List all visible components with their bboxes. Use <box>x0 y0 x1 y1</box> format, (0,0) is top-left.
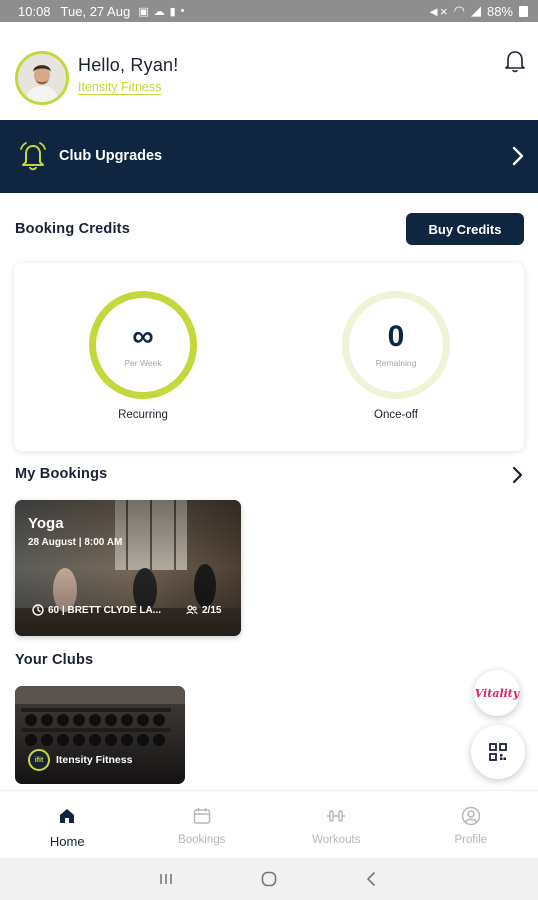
booking-attendance: 2/15 <box>186 604 221 616</box>
vitality-logo: Vitality <box>474 686 520 700</box>
club-upgrades-banner[interactable]: Club Upgrades <box>0 120 538 193</box>
calendar-icon <box>193 808 210 824</box>
vitality-button[interactable]: Vitality <box>474 670 520 716</box>
wifi-icon: ◠ <box>453 3 465 18</box>
once-off-credits-sublabel: Remaining <box>375 358 417 368</box>
nav-bookings[interactable]: Bookings <box>135 791 270 858</box>
battery-icon <box>519 5 528 17</box>
nav-bookings-label: Bookings <box>178 834 226 846</box>
header: Hello, Ryan! Itensity Fitness <box>0 22 538 120</box>
booking-duration-instructor: 60 | BRETT CLYDE LA... <box>48 604 162 616</box>
chevron-right-icon <box>512 146 524 166</box>
notification-bell-icon[interactable] <box>502 49 528 75</box>
booking-card[interactable]: Yoga 28 August | 8:00 AM 60 | BRETT CLYD… <box>15 500 241 636</box>
mute-icon: ◄× <box>427 3 448 19</box>
greeting: Hello, Ryan! <box>78 55 179 75</box>
status-time: 10:08 <box>18 3 51 19</box>
avatar[interactable] <box>15 51 69 105</box>
nav-workouts[interactable]: Workouts <box>269 791 404 858</box>
recent-apps-icon[interactable] <box>157 870 175 888</box>
once-off-credits-ring: 0 Remaining <box>342 291 450 399</box>
booking-date: 28 August | 8:00 AM <box>28 537 123 548</box>
person-icon: ▮ <box>169 5 176 18</box>
recurring-credits-value: ∞ <box>132 320 154 353</box>
once-off-caption: Once-off <box>374 409 418 421</box>
credits-card: ∞ Per Week Recurring 0 Remaining Once-of… <box>14 263 524 451</box>
home-circle-icon[interactable] <box>260 870 278 888</box>
people-icon <box>186 605 198 615</box>
nav-home-label: Home <box>49 834 85 849</box>
battery-percent: 88% <box>486 3 513 19</box>
dot-icon: • <box>180 5 185 17</box>
club-logo: ifit <box>28 749 50 771</box>
club-card[interactable]: ifit Itensity Fitness <box>15 686 185 784</box>
dumbbell-icon <box>327 810 346 822</box>
status-notification-icons: ▣ ☁ ▮ • <box>138 5 184 18</box>
status-system-icons: ◄× ◠ ◢ 88% <box>427 3 528 19</box>
nav-profile-label: Profile <box>454 834 488 846</box>
nav-home[interactable]: Home <box>0 791 135 858</box>
once-off-credits-value: 0 <box>387 320 405 353</box>
signal-icon: ◢ <box>470 3 481 18</box>
recurring-caption: Recurring <box>118 409 168 421</box>
recurring-credits-sublabel: Per Week <box>124 358 162 368</box>
my-bookings-title[interactable]: My Bookings <box>15 466 107 482</box>
status-bar: 10:08 Tue, 27 Aug ▣ ☁ ▮ • ◄× ◠ ◢ 88% <box>0 0 538 22</box>
upgrade-bell-icon <box>20 142 46 171</box>
nav-profile[interactable]: Profile <box>404 791 538 858</box>
buy-credits-button[interactable]: Buy Credits <box>406 213 524 245</box>
qr-code-icon <box>489 743 507 761</box>
image-icon: ▣ <box>138 5 149 18</box>
profile-icon <box>461 806 480 826</box>
club-upgrades-label: Club Upgrades <box>59 148 163 164</box>
qr-code-button[interactable] <box>471 725 525 779</box>
booking-credits-title: Booking Credits <box>15 221 130 237</box>
clock-icon <box>32 604 44 616</box>
cloud-icon: ☁ <box>153 5 165 18</box>
club-card-name: Itensity Fitness <box>56 754 133 766</box>
bottom-nav: Home Bookings Workouts Profile <box>0 790 538 858</box>
booking-count: 2/15 <box>202 604 222 616</box>
nav-workouts-label: Workouts <box>312 834 361 846</box>
status-date: Tue, 27 Aug <box>60 3 131 19</box>
system-nav-bar <box>0 858 538 900</box>
booking-meta: 60 | BRETT CLYDE LA... <box>32 604 161 616</box>
your-clubs-title: Your Clubs <box>15 652 94 668</box>
recurring-credits-ring: ∞ Per Week <box>89 291 197 399</box>
home-icon <box>60 809 75 823</box>
booking-title: Yoga <box>28 515 64 532</box>
back-icon[interactable] <box>363 870 381 888</box>
bookings-chevron-right-icon[interactable] <box>511 465 525 485</box>
avatar-photo <box>18 54 66 102</box>
club-name-link[interactable]: Itensity Fitness <box>78 80 161 94</box>
